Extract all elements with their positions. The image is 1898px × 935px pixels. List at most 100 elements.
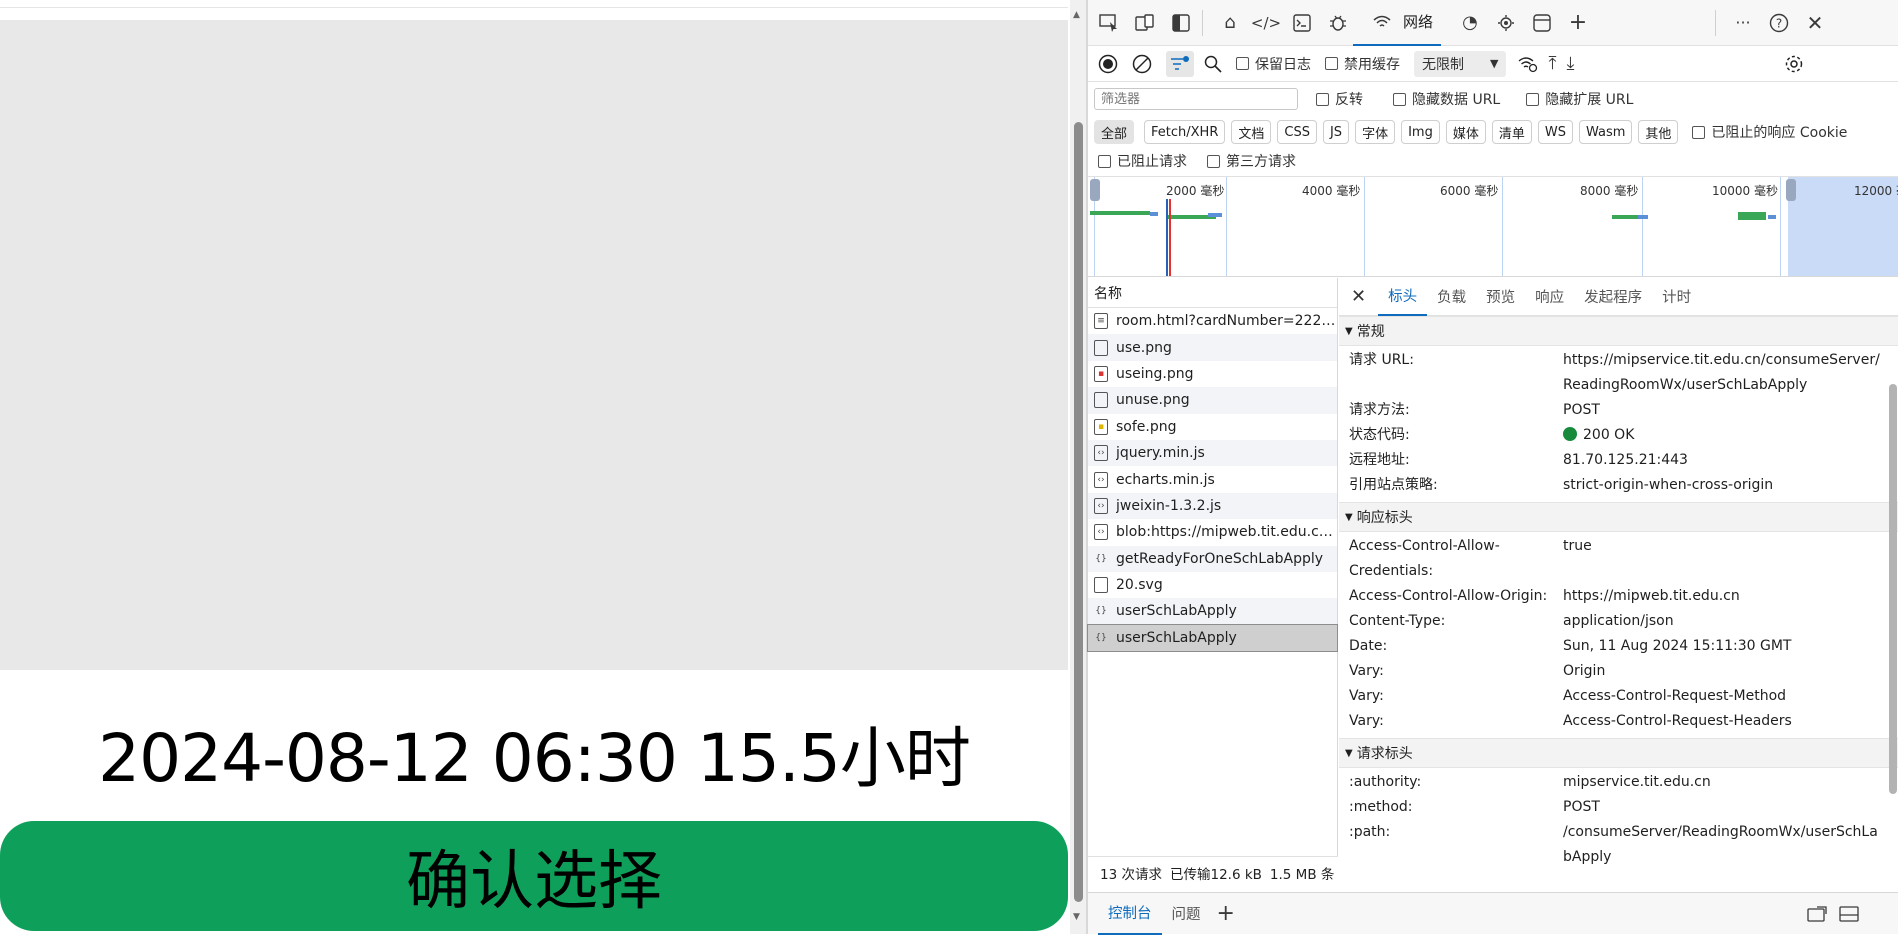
request-row-selected[interactable]: {} userSchLabApply: [1087, 623, 1338, 653]
filter-funnel-icon[interactable]: [1166, 50, 1194, 77]
timeline-bar: [1208, 213, 1222, 217]
clear-log-icon[interactable]: [1132, 54, 1152, 74]
request-row[interactable]: {} userSchLabApply: [1088, 598, 1337, 625]
request-row[interactable]: ‹› blob:https://mipweb.tit.edu.cn...: [1088, 519, 1337, 545]
tab-headers[interactable]: 标头: [1378, 278, 1428, 316]
header-row: Vary: Access-Control-Request-Headers: [1339, 709, 1898, 738]
request-row[interactable]: 20.svg: [1088, 572, 1337, 598]
scroll-up-arrow-icon[interactable]: ▲: [1073, 10, 1080, 20]
third-party-checkbox[interactable]: 第三方请求: [1207, 151, 1296, 171]
type-chip-fetch-xhr[interactable]: Fetch/XHR: [1144, 120, 1226, 144]
inspect-element-icon[interactable]: [1094, 8, 1124, 38]
hide-data-url-checkbox[interactable]: 隐藏数据 URL: [1393, 89, 1500, 109]
performance-gauge-icon[interactable]: ◔: [1455, 8, 1485, 38]
detail-scrollbar-thumb[interactable]: [1889, 384, 1897, 794]
header-key: 状态代码:: [1349, 427, 1410, 443]
elements-tab-icon[interactable]: </>: [1251, 8, 1281, 38]
header-row: Access-Control-Allow-Origin: https://mipw…: [1339, 584, 1898, 609]
header-value: Sun, 11 Aug 2024 15:11:30 GMT: [1563, 638, 1792, 654]
disable-cache-label: 禁用缓存: [1344, 56, 1400, 73]
help-icon[interactable]: ?: [1764, 8, 1794, 38]
record-icon[interactable]: [1098, 54, 1118, 74]
dock-drawer-icon[interactable]: [1839, 905, 1859, 922]
type-chip-manifest[interactable]: 清单: [1491, 120, 1532, 144]
network-status-bar: 13 次请求 已传输12.6 kB 1.5 MB 条: [1088, 856, 1338, 888]
tab-initiator[interactable]: 发起程序: [1574, 278, 1652, 316]
preserve-log-checkbox[interactable]: 保留日志: [1236, 54, 1311, 74]
type-chip-js[interactable]: JS: [1322, 120, 1350, 144]
request-row[interactable]: ‹› jweixin-1.3.2.js: [1088, 492, 1337, 520]
device-emulation-icon[interactable]: [1130, 8, 1160, 38]
network-timeline-overview[interactable]: 2000 毫秒 4000 毫秒 6000 毫秒 8000 毫秒 10000 毫秒…: [1088, 176, 1898, 277]
sources-debug-bug-icon[interactable]: [1323, 8, 1353, 38]
request-name: useing.png: [1116, 365, 1194, 382]
request-row[interactable]: {} getReadyForOneSchLabApply: [1088, 545, 1337, 572]
tab-payload[interactable]: 负载: [1427, 278, 1476, 316]
detail-scrollbar[interactable]: [1888, 324, 1898, 888]
tab-issues[interactable]: 问题: [1162, 893, 1211, 935]
type-chip-media[interactable]: 媒体: [1445, 120, 1486, 144]
timeline-left-handle[interactable]: [1090, 179, 1100, 201]
more-options-icon[interactable]: ···: [1728, 8, 1758, 38]
disable-cache-checkbox[interactable]: 禁用缓存: [1325, 54, 1400, 74]
request-row[interactable]: ▪ sofe.png: [1088, 414, 1337, 440]
close-detail-icon[interactable]: ✕: [1339, 278, 1378, 316]
filter-input[interactable]: [1094, 88, 1298, 110]
console-tab-icon[interactable]: [1287, 8, 1317, 38]
response-headers-section-header[interactable]: ▼ 响应标头: [1339, 502, 1898, 532]
add-tool-plus-icon[interactable]: +: [1563, 8, 1593, 38]
dock-side-icon[interactable]: [1166, 8, 1196, 38]
scroll-down-arrow-icon[interactable]: ▼: [1073, 912, 1080, 922]
tab-timing[interactable]: 计时: [1652, 278, 1701, 316]
third-party-label: 第三方请求: [1226, 154, 1296, 170]
request-row[interactable]: use.png: [1088, 334, 1337, 361]
confirm-selection-button[interactable]: 确认选择: [0, 821, 1068, 931]
memory-cpu-icon[interactable]: [1491, 8, 1521, 38]
request-row[interactable]: ≡ room.html?cardNumber=2222...: [1088, 308, 1337, 334]
application-panel-icon[interactable]: [1527, 8, 1557, 38]
tab-console[interactable]: 控制台: [1098, 893, 1162, 935]
request-row[interactable]: ▪ useing.png: [1088, 361, 1337, 387]
type-chip-doc[interactable]: 文档: [1231, 120, 1272, 144]
timeline-right-handle[interactable]: [1786, 179, 1796, 201]
welcome-home-icon[interactable]: ⌂: [1215, 8, 1245, 38]
type-chip-other[interactable]: 其他: [1638, 120, 1679, 144]
page-scrollbar-thumb[interactable]: [1074, 122, 1083, 902]
request-headers-section-header[interactable]: ▼ 请求标头: [1339, 738, 1898, 768]
preserve-log-label: 保留日志: [1255, 56, 1311, 73]
request-row[interactable]: unuse.png: [1088, 387, 1337, 414]
tab-response[interactable]: 响应: [1525, 278, 1574, 316]
header-row: :authority: mipservice.tit.edu.cn: [1339, 768, 1898, 795]
header-key: Vary:: [1349, 663, 1384, 679]
tab-network[interactable]: 网络: [1353, 0, 1442, 46]
undock-drawer-icon[interactable]: [1807, 905, 1827, 922]
request-name: userSchLabApply: [1116, 603, 1237, 620]
add-drawer-tab-plus-icon[interactable]: +: [1217, 901, 1235, 926]
type-chip-ws[interactable]: WS: [1537, 120, 1573, 144]
export-har-download-icon[interactable]: ⤓: [1566, 53, 1574, 74]
invert-checkbox[interactable]: 反转: [1316, 89, 1363, 109]
search-icon[interactable]: [1204, 55, 1222, 73]
request-row[interactable]: ‹› echarts.min.js: [1088, 466, 1337, 492]
type-chip-img[interactable]: Img: [1401, 120, 1440, 144]
throttle-select[interactable]: 无限制 ▼: [1414, 50, 1507, 77]
hide-ext-url-checkbox[interactable]: 隐藏扩展 URL: [1526, 89, 1633, 109]
type-chip-wasm[interactable]: Wasm: [1578, 120, 1633, 144]
type-chip-all[interactable]: 全部: [1094, 120, 1135, 144]
close-devtools-icon[interactable]: ✕: [1800, 8, 1830, 38]
network-settings-gear-icon[interactable]: [1784, 54, 1804, 74]
status-ok-dot-icon: [1563, 427, 1577, 441]
blocked-requests-checkbox[interactable]: 已阻止请求: [1098, 151, 1187, 171]
blocked-response-cookies-checkbox[interactable]: 已阻止的响应 Cookie: [1692, 122, 1847, 142]
general-section-header[interactable]: ▼ 常规: [1339, 316, 1898, 346]
header-key: Vary:: [1349, 688, 1384, 704]
network-conditions-icon[interactable]: [1518, 55, 1538, 73]
type-chip-css[interactable]: CSS: [1277, 120, 1317, 144]
header-row: 请求 URL: https://mipservice.tit.edu.cn/con…: [1339, 346, 1898, 398]
header-key: :authority:: [1349, 774, 1422, 790]
tab-preview[interactable]: 预览: [1476, 278, 1525, 316]
request-row[interactable]: ‹› jquery.min.js: [1088, 439, 1337, 467]
name-column-header[interactable]: 名称: [1088, 278, 1337, 308]
type-chip-font[interactable]: 字体: [1355, 120, 1396, 144]
import-har-upload-icon[interactable]: ⤒: [1548, 53, 1556, 74]
